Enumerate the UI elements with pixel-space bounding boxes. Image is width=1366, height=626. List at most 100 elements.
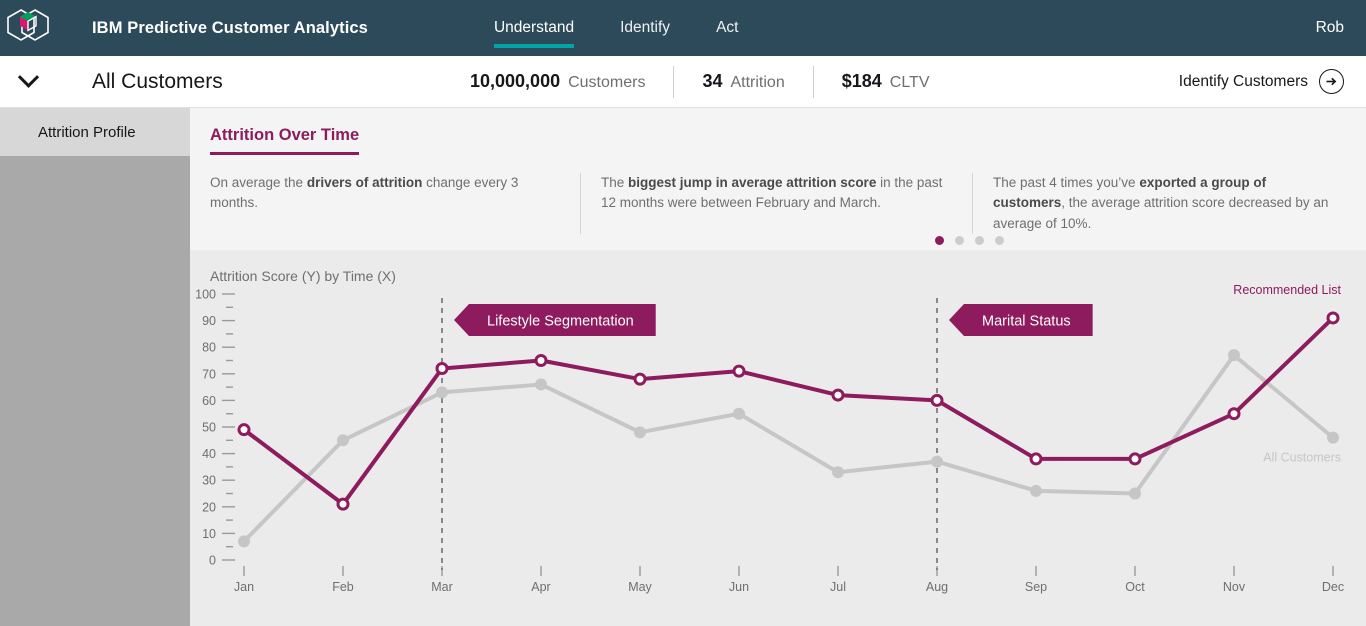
data-point <box>733 407 745 420</box>
data-point <box>831 388 845 402</box>
data-point <box>1326 311 1340 325</box>
y-tick-label: 50 <box>202 421 216 435</box>
data-point <box>930 393 944 407</box>
metric-customers: 10,000,000 Customers <box>470 71 645 92</box>
metric-attrition-label: Attrition <box>730 74 785 91</box>
insight-cards: On average the drivers of attrition chan… <box>190 173 1366 234</box>
attrition-line-chart[interactable]: 0 10 20 30 40 50 60 70 80 90 100 Jan Feb Mar Apr May Jun… <box>190 250 1366 626</box>
x-tick-label-apr: Apr <box>531 580 550 594</box>
x-tick-label-oct: Oct <box>1125 580 1145 594</box>
insight-card-2-bold: biggest jump in average attrition score <box>628 175 877 190</box>
metric-attrition-value: 34 <box>702 71 723 91</box>
x-tick-label-jun: Jun <box>729 580 749 594</box>
insights-header: Attrition Over Time <box>190 126 1366 155</box>
insight-card-1-pre: On average the <box>210 175 307 190</box>
content: Attrition Over Time On average the drive… <box>190 108 1366 626</box>
data-point <box>634 426 646 439</box>
x-tick-label-dec: Dec <box>1322 580 1344 594</box>
metric-divider <box>812 65 814 98</box>
y-tick-label: 90 <box>202 314 216 328</box>
carousel-dot-3[interactable] <box>975 236 984 245</box>
nav-tab-act[interactable]: Act <box>716 0 738 56</box>
insights-carousel-dots <box>935 236 1004 245</box>
data-point <box>435 361 449 375</box>
annotation-label: Marital Status <box>982 314 1071 330</box>
y-tick-label: 80 <box>202 341 216 355</box>
nav-tab-identify[interactable]: Identify <box>620 0 670 56</box>
data-point <box>1327 431 1339 444</box>
metric-attrition: 34 Attrition <box>702 71 784 92</box>
data-point <box>1129 487 1141 500</box>
metric-customers-value: 10,000,000 <box>470 71 561 91</box>
insight-card-3-pre: The past 4 times you’ve <box>993 175 1140 190</box>
sub-header: All Customers 10,000,000 Customers 34 At… <box>0 56 1366 108</box>
data-point <box>832 466 844 479</box>
x-tick-label-nov: Nov <box>1223 580 1246 594</box>
main-nav: Understand Identify Act <box>493 0 785 56</box>
data-point <box>1228 349 1240 362</box>
y-tick-label: 0 <box>209 554 216 568</box>
metric-cltv-label: CLTV <box>889 74 930 91</box>
data-point <box>633 372 647 386</box>
x-tick-label-jul: Jul <box>830 580 846 594</box>
identify-customers-button[interactable]: Identify Customers <box>1179 69 1344 94</box>
x-tick-label-jan: Jan <box>234 580 254 594</box>
insights-title: Attrition Over Time <box>210 126 360 155</box>
data-point <box>237 423 251 437</box>
data-point <box>1227 407 1241 421</box>
y-tick-label: 20 <box>202 500 216 514</box>
data-point <box>931 455 943 468</box>
segment-name: All Customers <box>92 69 223 93</box>
annotation-label: Lifestyle Segmentation <box>487 314 634 330</box>
insight-card-1-bold: drivers of attrition <box>306 175 423 190</box>
chevron-down-icon <box>17 66 39 88</box>
metric-divider <box>673 65 675 98</box>
data-point <box>535 378 547 391</box>
x-tick-label-aug: Aug <box>926 580 948 594</box>
data-point <box>436 386 448 399</box>
x-tick-label-mar: Mar <box>431 580 453 594</box>
chart-area: Attrition Score (Y) by Time (X) 0 10 20 30 4… <box>190 250 1366 626</box>
logo-wrap[interactable] <box>0 4 56 53</box>
user-menu[interactable]: Rob <box>1316 19 1344 37</box>
carousel-dot-2[interactable] <box>955 236 964 245</box>
x-tick-label-may: May <box>628 580 652 594</box>
app-title: IBM Predictive Customer Analytics <box>92 18 368 37</box>
sidebar-item-label: Attrition Profile <box>38 123 136 141</box>
nav-tab-understand[interactable]: Understand <box>493 0 575 56</box>
series-label-recommended-list: Recommended List <box>1233 283 1341 297</box>
data-point <box>1030 484 1042 497</box>
carousel-dot-1[interactable] <box>935 236 944 245</box>
data-point <box>336 497 350 511</box>
data-point <box>337 434 349 447</box>
metric-cltv-value: $184 <box>841 71 882 91</box>
body-wrap: Attrition Profile Attrition Over Time On… <box>0 108 1366 626</box>
identify-customers-label: Identify Customers <box>1178 72 1308 90</box>
segment-dropdown-button[interactable] <box>0 66 56 89</box>
insight-card-3: The past 4 times you’ve exported a group… <box>972 173 1366 234</box>
arrow-right-circle-icon <box>1319 69 1344 94</box>
y-tick-label: 10 <box>202 527 216 541</box>
metric-cltv: $184 CLTV <box>842 71 930 92</box>
x-tick-label-feb: Feb <box>332 580 354 594</box>
y-tick-label: 30 <box>202 474 216 488</box>
carousel-dot-4[interactable] <box>995 236 1004 245</box>
ibm-cube-logo-icon <box>6 4 50 53</box>
x-tick-label-sep: Sep <box>1025 580 1047 594</box>
y-tick-label: 70 <box>202 367 216 381</box>
y-tick-label: 100 <box>195 288 216 302</box>
data-point <box>534 354 548 367</box>
annotation-lifestyle-segmentation[interactable]: Lifestyle Segmentation <box>454 304 656 336</box>
data-point <box>1128 452 1142 466</box>
metric-customers-label: Customers <box>568 74 646 91</box>
sidebar-item-attrition-profile[interactable]: Attrition Profile <box>0 108 190 156</box>
sidebar: Attrition Profile <box>0 108 190 626</box>
metrics-bar: 10,000,000 Customers 34 Attrition $184 C… <box>470 65 930 98</box>
annotation-marital-status[interactable]: Marital Status <box>949 304 1093 336</box>
data-point <box>238 535 250 548</box>
y-tick-label: 60 <box>202 394 216 408</box>
insight-card-1: On average the drivers of attrition chan… <box>190 173 580 234</box>
y-tick-label: 40 <box>202 447 216 461</box>
app-header: IBM Predictive Customer Analytics Unders… <box>0 0 1366 56</box>
insight-card-2: The biggest jump in average attrition sc… <box>580 173 972 234</box>
